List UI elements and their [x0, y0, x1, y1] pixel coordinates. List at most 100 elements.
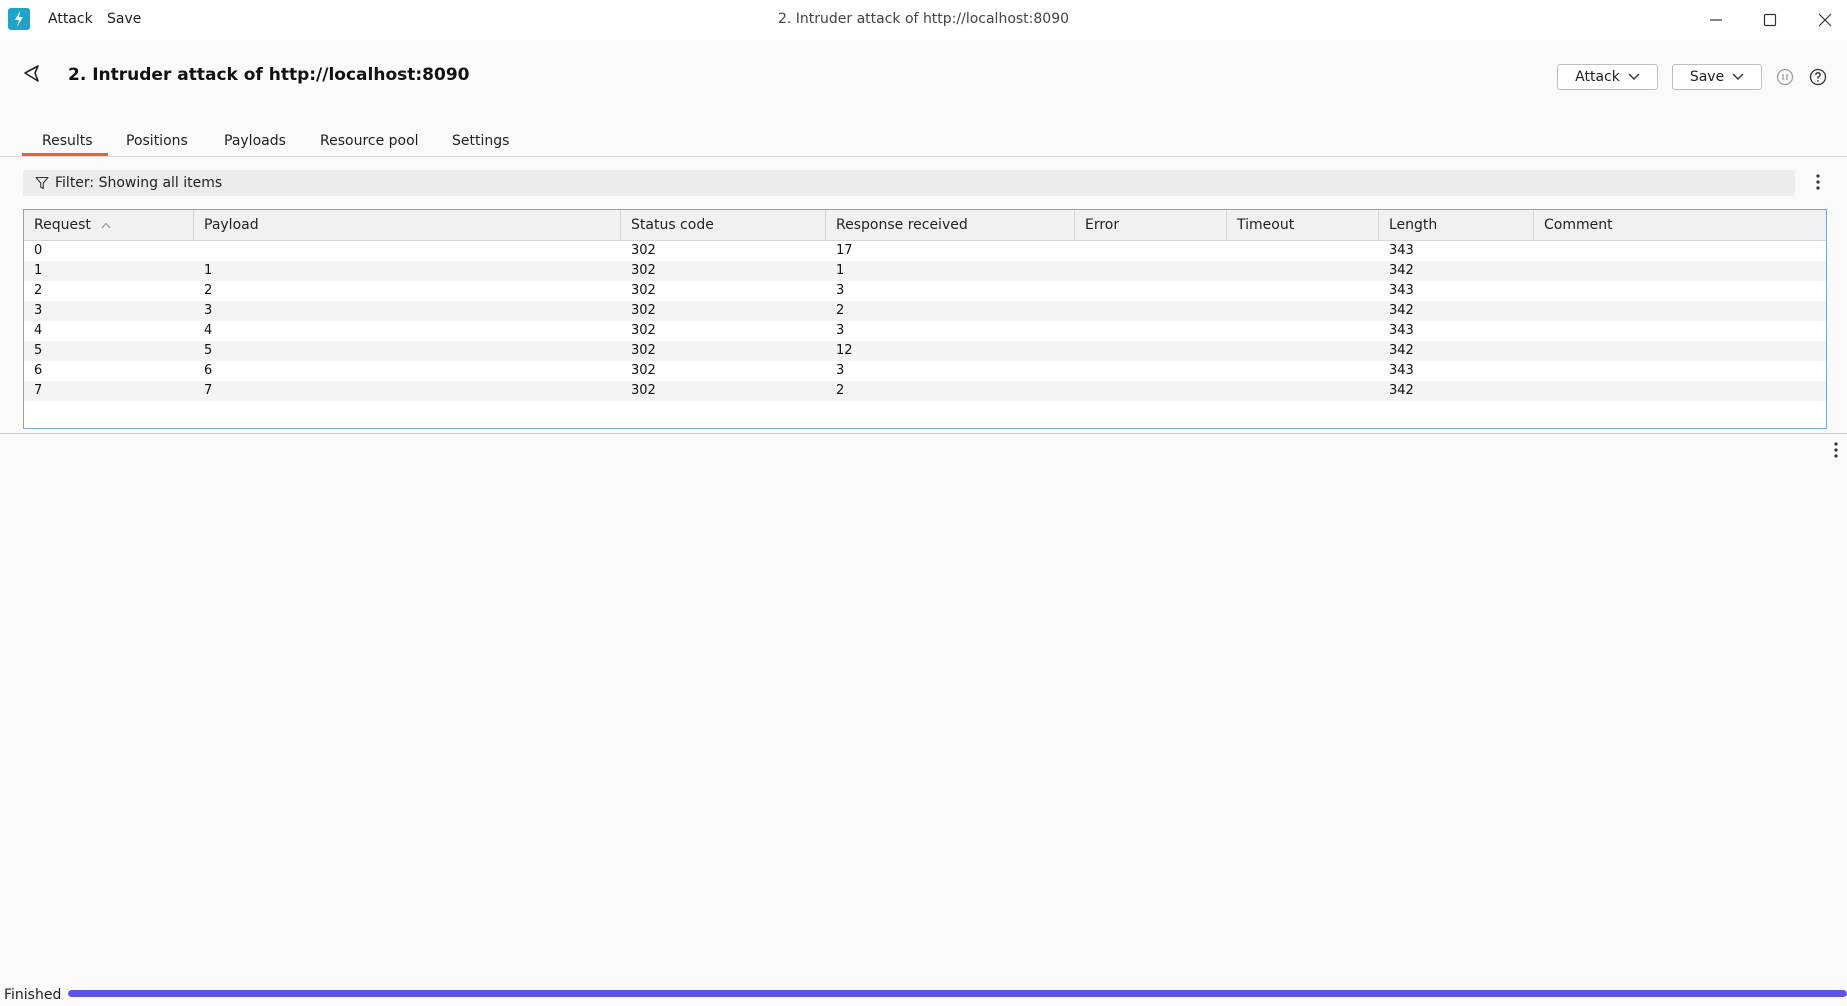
- cell-payload: 2: [204, 283, 213, 298]
- tab-payloads[interactable]: Payloads: [224, 133, 286, 149]
- cell-response-received: 1: [836, 263, 845, 278]
- cell-error: [1075, 241, 1085, 261]
- table-row[interactable]: 0 302 17 343: [24, 241, 1826, 261]
- cell-status-code: 302: [631, 243, 656, 258]
- tab-positions[interactable]: Positions: [126, 133, 188, 149]
- cell-comment: [1534, 341, 1544, 361]
- cell-status-code: 302: [631, 383, 656, 398]
- cell-payload: [194, 241, 204, 261]
- column-header-length[interactable]: Length: [1379, 210, 1534, 240]
- cell-response-received: 12: [836, 343, 853, 358]
- filter-text: Filter: Showing all items: [55, 175, 223, 191]
- cell-response-received: 3: [836, 283, 845, 298]
- cell-payload: 3: [204, 303, 213, 318]
- column-header-payload[interactable]: Payload: [194, 210, 621, 240]
- cell-request: 1: [34, 263, 43, 278]
- cell-payload: 5: [204, 343, 213, 358]
- table-row[interactable]: 5 5 302 12 342: [24, 341, 1826, 361]
- tab-settings[interactable]: Settings: [452, 133, 509, 149]
- cell-response-received: 17: [836, 243, 853, 258]
- filter-bar[interactable]: Filter: Showing all items: [23, 170, 1795, 196]
- save-button[interactable]: Save: [1672, 64, 1762, 90]
- filter-icon: [35, 176, 49, 190]
- minimize-button[interactable]: [1696, 6, 1736, 34]
- save-button-label: Save: [1689, 69, 1725, 85]
- cell-length: 342: [1389, 263, 1414, 278]
- cell-request: 6: [34, 363, 43, 378]
- title-bar: Attack Save 2. Intruder attack of http:/…: [0, 0, 1847, 40]
- tab-resource-pool[interactable]: Resource pool: [320, 133, 419, 149]
- progress-fill: [68, 990, 1847, 997]
- column-header-comment[interactable]: Comment: [1534, 210, 1826, 240]
- table-row[interactable]: 6 6 302 3 343: [24, 361, 1826, 381]
- cell-request: 7: [34, 383, 43, 398]
- cell-payload: 6: [204, 363, 213, 378]
- column-header-error[interactable]: Error: [1075, 210, 1227, 240]
- pause-icon[interactable]: [1776, 68, 1794, 86]
- attack-button[interactable]: Attack: [1557, 64, 1658, 90]
- cell-length: 342: [1389, 343, 1414, 358]
- cell-error: [1075, 381, 1085, 401]
- cell-error: [1075, 361, 1085, 381]
- attack-button-label: Attack: [1575, 69, 1620, 85]
- results-table[interactable]: Request Payload Status code Response rec…: [23, 209, 1827, 429]
- column-header-response-received[interactable]: Response received: [826, 210, 1075, 240]
- cell-timeout: [1227, 261, 1237, 281]
- panel-divider[interactable]: [0, 433, 1847, 434]
- cell-response-received: 2: [836, 303, 845, 318]
- cell-response-received: 2: [836, 383, 845, 398]
- table-header: Request Payload Status code Response rec…: [24, 210, 1826, 241]
- maximize-icon: [1763, 13, 1777, 27]
- cell-comment: [1534, 361, 1544, 381]
- cell-request: 3: [34, 303, 43, 318]
- cell-length: 343: [1389, 283, 1414, 298]
- cell-timeout: [1227, 361, 1237, 381]
- cell-timeout: [1227, 321, 1237, 341]
- cell-length: 343: [1389, 243, 1414, 258]
- table-row[interactable]: 4 4 302 3 343: [24, 321, 1826, 341]
- cell-error: [1075, 281, 1085, 301]
- cell-comment: [1534, 241, 1544, 261]
- tabs-divider: [0, 156, 1847, 157]
- cell-comment: [1534, 321, 1544, 341]
- cell-comment: [1534, 301, 1544, 321]
- minimize-icon: [1710, 19, 1722, 21]
- table-body: 0 302 17 343 1 1 302 1 342 2 2 302 3 343 3 3 302 2 342 4 4 30…: [24, 241, 1826, 401]
- page-title: 2. Intruder attack of http://localhost:8…: [68, 65, 470, 85]
- cell-payload: 4: [204, 323, 213, 338]
- table-row[interactable]: 3 3 302 2 342: [24, 301, 1826, 321]
- table-row[interactable]: 7 7 302 2 342: [24, 381, 1826, 401]
- cell-request: 4: [34, 323, 43, 338]
- table-row[interactable]: 1 1 302 1 342: [24, 261, 1826, 281]
- help-icon[interactable]: [1809, 68, 1827, 86]
- cell-payload: 1: [204, 263, 213, 278]
- cell-status-code: 302: [631, 343, 656, 358]
- kebab-menu-icon[interactable]: [1815, 173, 1821, 191]
- cell-length: 343: [1389, 363, 1414, 378]
- kebab-menu-icon[interactable]: [1833, 441, 1839, 459]
- cell-response-received: 3: [836, 363, 845, 378]
- chevron-down-icon: [1628, 73, 1640, 80]
- column-header-status-code[interactable]: Status code: [621, 210, 826, 240]
- cell-length: 342: [1389, 303, 1414, 318]
- column-header-request[interactable]: Request: [24, 210, 194, 240]
- cell-response-received: 3: [836, 323, 845, 338]
- cell-timeout: [1227, 301, 1237, 321]
- cell-status-code: 302: [631, 303, 656, 318]
- sort-ascending-icon: [101, 222, 111, 228]
- cell-error: [1075, 301, 1085, 321]
- cell-payload: 7: [204, 383, 213, 398]
- close-button[interactable]: [1805, 6, 1845, 34]
- cell-request: 2: [34, 283, 43, 298]
- column-header-timeout[interactable]: Timeout: [1227, 210, 1379, 240]
- tab-results[interactable]: Results: [42, 133, 93, 149]
- status-text: Finished: [4, 987, 62, 1003]
- cell-comment: [1534, 261, 1544, 281]
- cell-timeout: [1227, 381, 1237, 401]
- maximize-button[interactable]: [1750, 6, 1790, 34]
- back-icon[interactable]: [22, 64, 42, 84]
- progress-bar: [68, 990, 1847, 997]
- cell-length: 342: [1389, 383, 1414, 398]
- cell-length: 343: [1389, 323, 1414, 338]
- table-row[interactable]: 2 2 302 3 343: [24, 281, 1826, 301]
